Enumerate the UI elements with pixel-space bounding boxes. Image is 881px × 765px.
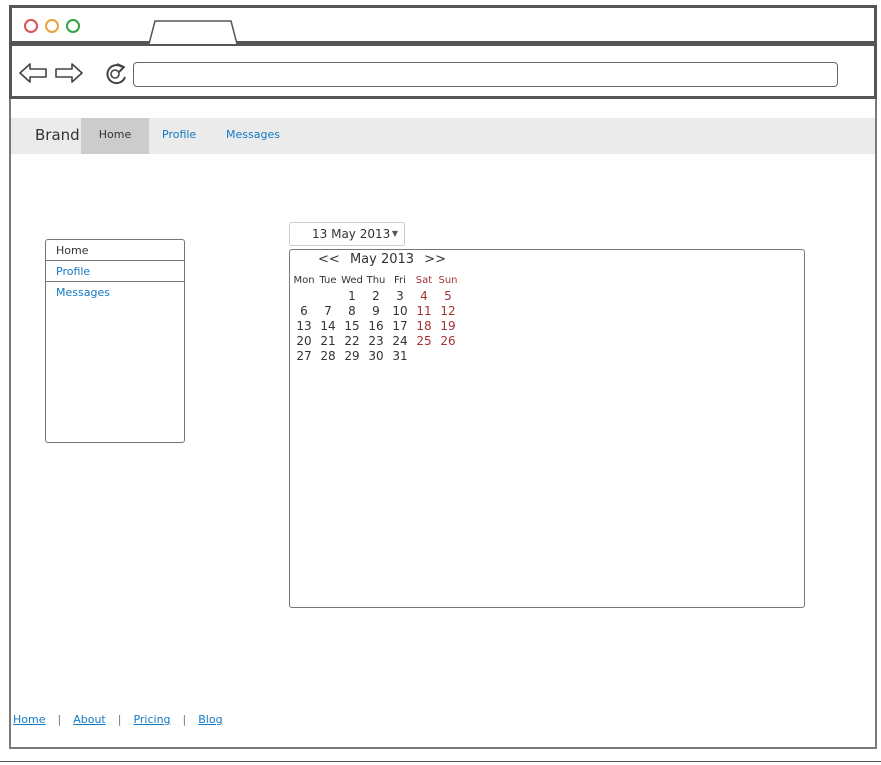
calendar-day[interactable]: 3 (388, 288, 412, 303)
close-window-button[interactable] (24, 19, 38, 33)
maximize-window-button[interactable] (66, 19, 80, 33)
calendar-day[interactable]: 21 (316, 333, 340, 348)
calendar-day[interactable]: 15 (340, 318, 364, 333)
calendar-day[interactable]: 25 (412, 333, 436, 348)
sidebar-item-profile[interactable]: Profile (46, 261, 184, 282)
footer-separator: | (182, 713, 187, 726)
calendar-day[interactable]: 2 (364, 288, 388, 303)
calendar-day[interactable]: 27 (292, 348, 316, 363)
calendar-day[interactable]: 11 (412, 303, 436, 318)
weekday-label: Sat (415, 275, 433, 286)
date-picker-select[interactable]: 13 May 2013 ▼ (289, 222, 405, 246)
url-input[interactable] (133, 62, 838, 87)
weekday-label: Mon (293, 275, 315, 286)
calendar-day[interactable] (292, 288, 316, 303)
weekday-label: Thu (366, 275, 386, 286)
calendar-day[interactable]: 23 (364, 333, 388, 348)
weekday-label: Wed (341, 275, 363, 286)
browser-tab[interactable] (147, 20, 239, 44)
calendar-day[interactable]: 18 (412, 318, 436, 333)
calendar-day[interactable]: 16 (364, 318, 388, 333)
calendar-day[interactable] (316, 288, 340, 303)
calendar-day[interactable]: 6 (292, 303, 316, 318)
calendar-week-row: 6 7 8 9 10 11 12 (292, 303, 460, 318)
title-bar (9, 5, 877, 44)
calendar-day[interactable]: 7 (316, 303, 340, 318)
forward-arrow-icon[interactable] (54, 62, 84, 84)
reload-icon[interactable] (103, 61, 131, 87)
calendar-day[interactable]: 26 (436, 333, 460, 348)
calendar-week-row: 1 2 3 4 5 (292, 288, 460, 303)
calendar-week-row: 13 14 15 16 17 18 19 (292, 318, 460, 333)
weekday-header-row: Mon Tue Wed Thu Fri Sat Sun (292, 273, 460, 288)
nav-item-home[interactable]: Home (81, 118, 149, 154)
minimize-window-button[interactable] (45, 19, 59, 33)
calendar-panel: << May 2013 >> Mon Tue Wed Thu Fri Sat S… (289, 249, 805, 608)
calendar-day[interactable]: 8 (340, 303, 364, 318)
calendar-prev-button[interactable]: << (318, 252, 340, 267)
top-navbar: Brand Home Profile Messages (11, 118, 875, 154)
calendar-day[interactable]: 29 (340, 348, 364, 363)
footer-link-blog[interactable]: Blog (198, 713, 222, 726)
calendar-day[interactable]: 31 (388, 348, 412, 363)
footer-link-about[interactable]: About (73, 713, 106, 726)
nav-item-profile[interactable]: Profile (162, 128, 196, 141)
weekday-label: Tue (319, 275, 337, 286)
calendar-day[interactable]: 14 (316, 318, 340, 333)
footer-separator: | (57, 713, 62, 726)
calendar-day[interactable]: 12 (436, 303, 460, 318)
calendar-day[interactable]: 22 (340, 333, 364, 348)
nav-item-messages[interactable]: Messages (226, 128, 280, 141)
calendar-day[interactable]: 5 (436, 288, 460, 303)
address-bar (9, 44, 877, 99)
chevron-down-icon: ▼ (391, 229, 398, 238)
footer-link-pricing[interactable]: Pricing (133, 713, 170, 726)
calendar-day[interactable]: 28 (316, 348, 340, 363)
calendar-day[interactable]: 4 (412, 288, 436, 303)
calendar-day[interactable] (412, 348, 436, 363)
calendar-day[interactable]: 20 (292, 333, 316, 348)
weekday-label: Fri (394, 275, 406, 286)
sidebar-item-home[interactable]: Home (46, 240, 184, 261)
footer-links: Home | About | Pricing | Blog (13, 713, 223, 726)
calendar-month-label: May 2013 (349, 252, 415, 267)
footer-separator: | (117, 713, 122, 726)
calendar-week-row: 27 28 29 30 31 (292, 348, 460, 363)
brand-logo[interactable]: Brand (35, 126, 80, 144)
calendar-day[interactable]: 17 (388, 318, 412, 333)
page-bottom-divider (0, 761, 881, 762)
calendar-week-row: 20 21 22 23 24 25 26 (292, 333, 460, 348)
calendar-next-button[interactable]: >> (424, 252, 446, 267)
back-arrow-icon[interactable] (18, 62, 48, 84)
calendar-day[interactable]: 13 (292, 318, 316, 333)
calendar-header: << May 2013 >> (318, 252, 452, 267)
calendar-day[interactable]: 30 (364, 348, 388, 363)
calendar-day[interactable]: 1 (340, 288, 364, 303)
sidebar-nav: Home Profile Messages (45, 239, 185, 443)
sidebar-item-messages[interactable]: Messages (46, 282, 184, 303)
calendar-day[interactable]: 9 (364, 303, 388, 318)
calendar-day[interactable]: 19 (436, 318, 460, 333)
weekday-label: Sun (438, 275, 458, 286)
footer-link-home[interactable]: Home (13, 713, 45, 726)
calendar-grid: Mon Tue Wed Thu Fri Sat Sun 1 2 3 4 5 6 (292, 273, 460, 363)
calendar-day[interactable]: 10 (388, 303, 412, 318)
date-picker-value: 13 May 2013 (312, 227, 391, 241)
calendar-day[interactable] (436, 348, 460, 363)
calendar-day[interactable]: 24 (388, 333, 412, 348)
